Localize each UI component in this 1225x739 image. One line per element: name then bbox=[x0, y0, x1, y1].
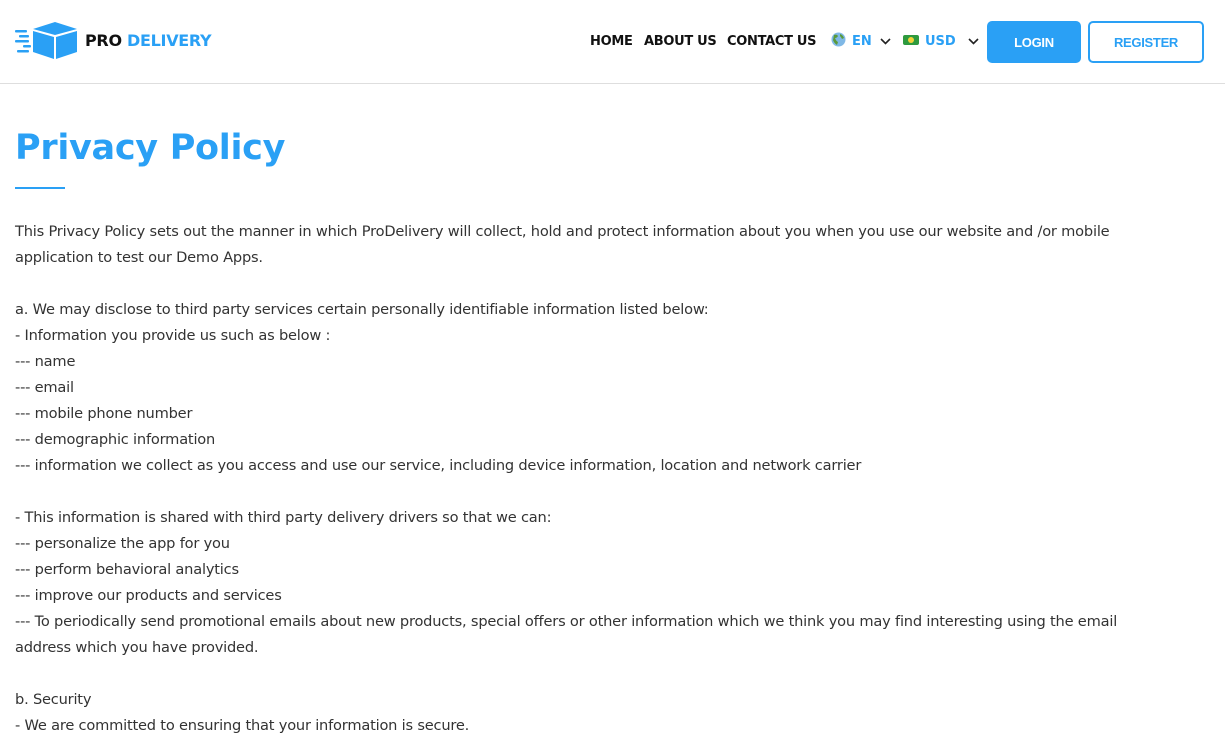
list-item: --- perform behavioral analytics bbox=[15, 561, 239, 578]
register-button[interactable]: REGISTER bbox=[1088, 21, 1204, 63]
list-item: address which you have provided. bbox=[15, 639, 259, 656]
section-a-heading: a. We may disclose to third party servic… bbox=[15, 301, 709, 318]
list-item: --- information we collect as you access… bbox=[15, 457, 862, 474]
list-item: --- To periodically send promotional ema… bbox=[15, 613, 1118, 630]
section-b-heading: b. Security bbox=[15, 691, 92, 708]
list-item: --- personalize the app for you bbox=[15, 535, 230, 552]
section-b-partial-line: - We are committed to ensuring that your… bbox=[15, 717, 470, 734]
globe-icon bbox=[831, 32, 846, 51]
nav-about-us[interactable]: ABOUT US bbox=[644, 34, 717, 49]
list-item: --- email bbox=[15, 379, 74, 396]
list-item: --- improve our products and services bbox=[15, 587, 282, 604]
shared-heading: - This information is shared with third … bbox=[15, 509, 552, 526]
intro-line: This Privacy Policy sets out the manner … bbox=[15, 223, 1110, 240]
policy-content: This Privacy Policy sets out the manner … bbox=[15, 219, 1205, 739]
banknote-icon bbox=[903, 34, 919, 49]
list-item: --- demographic information bbox=[15, 431, 216, 448]
page-title: Privacy Policy bbox=[15, 128, 286, 168]
nav-home[interactable]: HOME bbox=[590, 34, 633, 49]
title-underline bbox=[15, 187, 65, 189]
list-item: --- mobile phone number bbox=[15, 405, 193, 422]
list-item: --- name bbox=[15, 353, 76, 370]
language-selector[interactable]: EN bbox=[831, 32, 891, 51]
language-value: EN bbox=[852, 33, 872, 49]
currency-value: USD bbox=[925, 33, 956, 49]
login-button[interactable]: LOGIN bbox=[987, 21, 1081, 63]
site-header: PRO DELIVERY HOME ABOUT US CONTACT US EN bbox=[0, 0, 1225, 84]
nav-contact-us[interactable]: CONTACT US bbox=[727, 34, 817, 49]
chevron-down-icon bbox=[968, 34, 979, 49]
chevron-down-icon bbox=[880, 34, 891, 49]
currency-selector[interactable]: USD bbox=[903, 34, 979, 49]
provided-heading: - Information you provide us such as bel… bbox=[15, 327, 331, 344]
intro-line: application to test our Demo Apps. bbox=[15, 249, 263, 266]
